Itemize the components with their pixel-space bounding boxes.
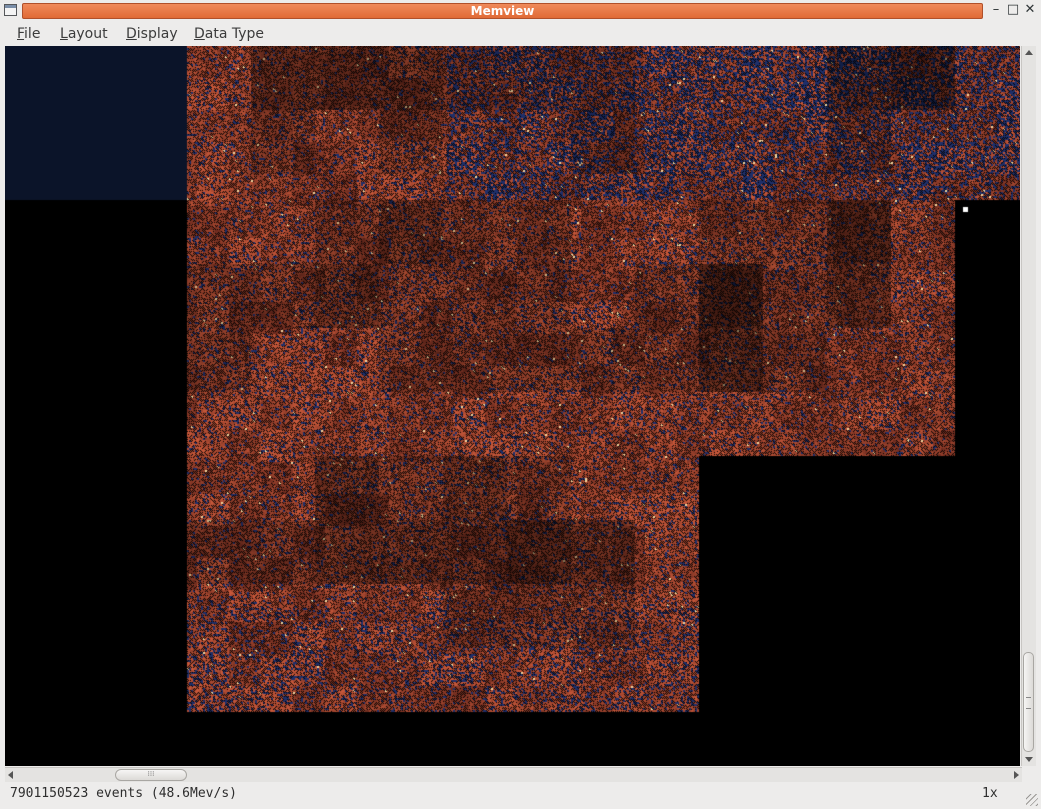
scroll-right-icon[interactable]: [1014, 771, 1019, 779]
window-menu-icon[interactable]: [4, 4, 17, 16]
scroll-down-icon[interactable]: [1025, 757, 1033, 762]
title-bar[interactable]: Memview – □ ✕: [0, 0, 1041, 22]
scrollbar-corner: [1022, 767, 1036, 782]
event-count-status: 7901150523 events (48.6Mev/s): [10, 786, 237, 801]
resize-grip-icon[interactable]: [1026, 794, 1038, 806]
menu-display[interactable]: Display: [126, 26, 178, 42]
scroll-up-icon[interactable]: [1025, 50, 1033, 55]
vertical-scrollbar[interactable]: [1021, 46, 1036, 766]
menu-layout[interactable]: Layout: [60, 26, 108, 42]
window-title: Memview: [22, 3, 983, 19]
memory-map-view[interactable]: [5, 46, 1020, 766]
maximize-icon[interactable]: □: [1006, 3, 1020, 17]
menu-data-type[interactable]: Data Type: [194, 26, 264, 42]
vertical-scroll-thumb[interactable]: [1023, 652, 1034, 752]
close-icon[interactable]: ✕: [1023, 3, 1037, 17]
memview-window: Memview – □ ✕ File Layout Display Data T…: [0, 0, 1041, 809]
zoom-level: 1x: [982, 786, 998, 801]
grip-icon: [1026, 697, 1031, 709]
scroll-left-icon[interactable]: [8, 771, 13, 779]
minimize-icon[interactable]: –: [989, 3, 1003, 17]
status-bar: 7901150523 events (48.6Mev/s) 1x: [0, 783, 1041, 809]
horizontal-scrollbar[interactable]: ⁞⁞⁞: [5, 767, 1022, 782]
menu-file[interactable]: File: [17, 26, 40, 42]
menu-bar: File Layout Display Data Type: [0, 22, 1041, 46]
memory-map-canvas[interactable]: [5, 46, 1020, 766]
horizontal-scroll-thumb[interactable]: ⁞⁞⁞: [115, 769, 187, 781]
